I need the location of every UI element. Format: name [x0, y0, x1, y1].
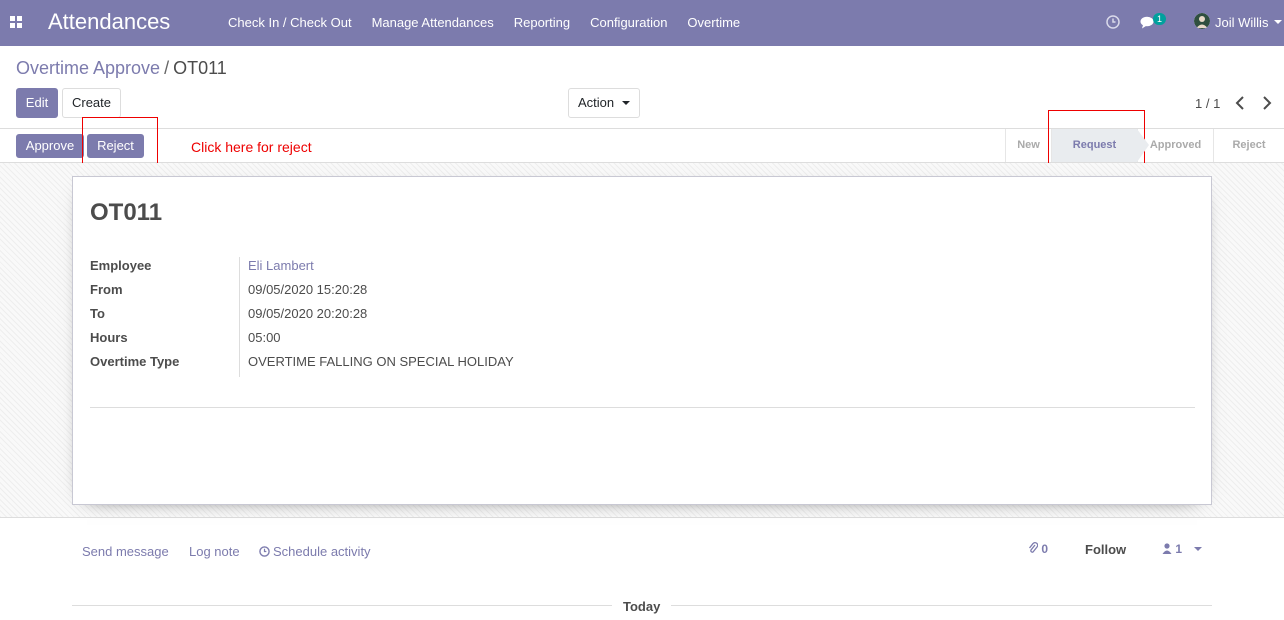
status-stages: New Request Approved Reject — [1005, 129, 1284, 162]
breadcrumb: Overtime Approve / OT011 — [16, 58, 227, 79]
overtime-type-value: OVERTIME FALLING ON SPECIAL HOLIDAY — [248, 354, 514, 369]
field-values: Eli Lambert 09/05/2020 15:20:28 09/05/20… — [248, 257, 514, 377]
menu-item-configuration[interactable]: Configuration — [580, 0, 677, 46]
menu-item-reporting[interactable]: Reporting — [504, 0, 580, 46]
send-message-button[interactable]: Send message — [82, 544, 169, 559]
form-sheet: OT011 Employee From To Hours Overtime Ty… — [72, 176, 1212, 505]
action-label: Action — [578, 95, 615, 110]
today-label: Today — [612, 599, 672, 614]
attachments-button[interactable]: 0 — [1028, 542, 1048, 556]
messaging-badge: 1 — [1153, 13, 1167, 25]
log-note-button[interactable]: Log note — [189, 544, 240, 559]
main-menu: Check In / Check Out Manage Attendances … — [218, 0, 750, 46]
stage-new[interactable]: New — [1005, 129, 1051, 162]
app-title[interactable]: Attendances — [48, 9, 170, 35]
sheet-separator — [90, 407, 1195, 408]
field-labels: Employee From To Hours Overtime Type — [90, 257, 240, 377]
action-dropdown[interactable]: Action — [568, 88, 640, 118]
schedule-clock-icon — [259, 546, 270, 557]
from-value: 09/05/2020 15:20:28 — [248, 282, 368, 297]
pager-value: 1 / 1 — [1195, 96, 1221, 111]
followers-caret-icon[interactable] — [1194, 547, 1202, 551]
activity-clock-icon[interactable] — [1106, 15, 1120, 29]
employee-label: Employee — [90, 258, 152, 273]
breadcrumb-separator: / — [164, 58, 170, 78]
overtime-type-label: Overtime Type — [90, 354, 180, 369]
breadcrumb-current: OT011 — [173, 58, 227, 78]
user-avatar[interactable] — [1194, 13, 1210, 29]
employee-value[interactable]: Eli Lambert — [248, 257, 514, 281]
schedule-activity-button[interactable]: Schedule activity — [259, 544, 371, 559]
paperclip-icon — [1028, 542, 1039, 553]
schedule-activity-label: Schedule activity — [273, 544, 371, 559]
stage-reject[interactable]: Reject — [1213, 129, 1284, 162]
menu-item-overtime[interactable]: Overtime — [677, 0, 750, 46]
record-title: OT011 — [90, 199, 163, 226]
pager-previous-icon[interactable] — [1235, 96, 1245, 110]
stage-request-arrow — [1137, 129, 1149, 162]
menu-item-manage-attendances[interactable]: Manage Attendances — [362, 0, 504, 46]
user-icon — [1162, 543, 1172, 554]
to-label: To — [90, 306, 105, 321]
attachments-count: 0 — [1041, 542, 1049, 556]
breadcrumb-parent[interactable]: Overtime Approve — [16, 58, 160, 78]
from-label: From — [90, 282, 123, 297]
annotation-box-reject — [82, 117, 158, 169]
top-navbar: Attendances Check In / Check Out Manage … — [0, 0, 1284, 46]
followers-button[interactable]: 1 — [1162, 542, 1182, 556]
edit-button[interactable]: Edit — [16, 88, 58, 118]
user-menu-caret-icon[interactable] — [1274, 20, 1282, 24]
action-caret-icon — [622, 101, 630, 105]
user-name[interactable]: Joil Willis — [1215, 15, 1268, 30]
pager-next-icon[interactable] — [1262, 96, 1272, 110]
followers-count: 1 — [1175, 542, 1183, 556]
hours-label: Hours — [90, 330, 128, 345]
follow-button[interactable]: Follow — [1085, 542, 1126, 557]
menu-item-check-in-out[interactable]: Check In / Check Out — [218, 0, 362, 46]
annotation-text: Click here for reject — [191, 139, 312, 155]
to-value: 09/05/2020 20:20:28 — [248, 306, 368, 321]
apps-menu-icon[interactable] — [10, 16, 22, 28]
create-button[interactable]: Create — [62, 88, 121, 118]
hours-value: 05:00 — [248, 330, 281, 345]
approve-button[interactable]: Approve — [16, 134, 84, 158]
